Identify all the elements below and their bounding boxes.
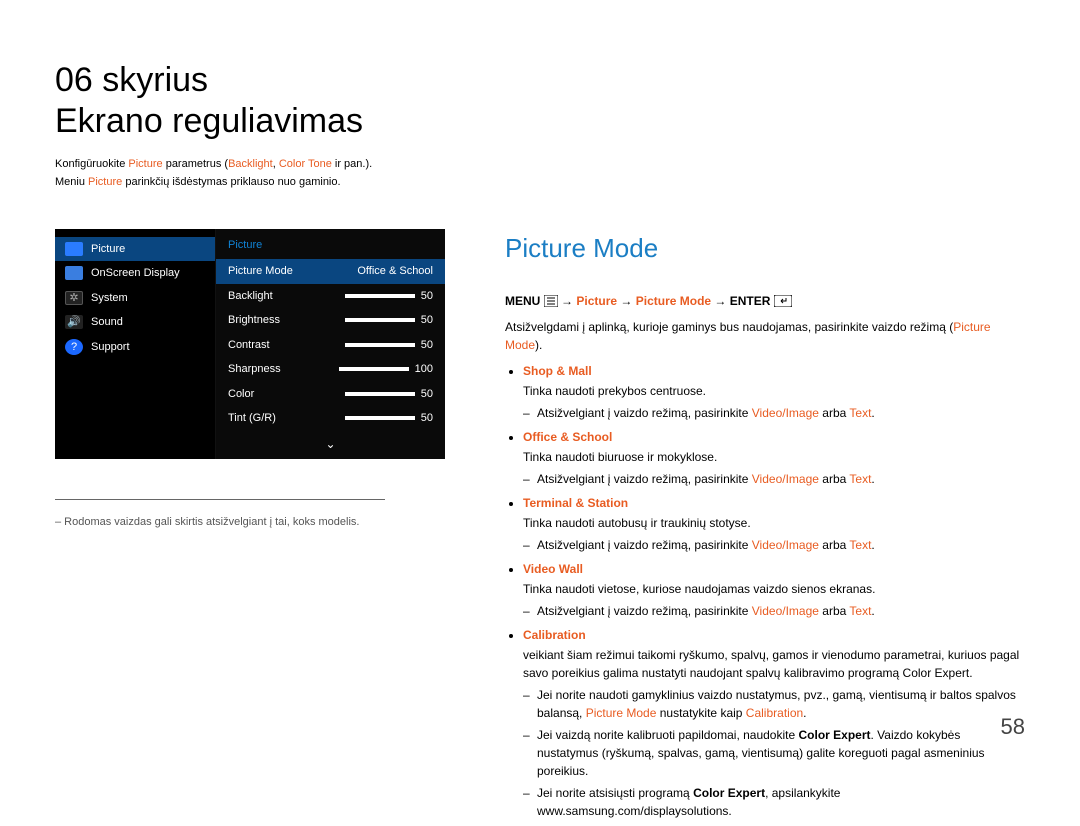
osd-nav-item-support[interactable]: ? Support [55, 335, 215, 360]
chapter-heading: 06 skyrius Ekrano reguliavimas [55, 60, 1025, 142]
osd-row-value: 100 [415, 361, 433, 378]
question-icon: ? [65, 339, 83, 355]
osd-row-value: Office & School [357, 263, 433, 280]
osd-row-sharpness[interactable]: Sharpness 100 [216, 357, 445, 382]
intro-line-1: Konfigūruokite Picture parametrus (Backl… [55, 156, 1025, 173]
menu-icon [544, 295, 558, 307]
osd-nav-item-sound[interactable]: 🔊 Sound [55, 310, 215, 335]
mode-terminal-station: Terminal & Station Tinka naudoti autobus… [523, 494, 1025, 554]
mode-office-school: Office & School Tinka naudoti biuruose i… [523, 428, 1025, 488]
chapter-number: 06 skyrius [55, 61, 208, 99]
osd-nav-label: Sound [91, 314, 123, 331]
menu-path: MENU → Picture → Picture Mode → ENTER [505, 292, 1025, 310]
osd-nav-label: Support [91, 339, 130, 356]
calib-sub-b: Jei vaizdą norite kalibruoti papildomai,… [523, 726, 1025, 780]
osd-row-value: 50 [421, 337, 433, 354]
osd-row-label: Contrast [228, 337, 270, 354]
osd-row-backlight[interactable]: Backlight 50 [216, 284, 445, 309]
osd-row-label: Backlight [228, 288, 273, 305]
chapter-title-text: Ekrano reguliavimas [55, 102, 363, 140]
osd-nav-item-system[interactable]: ✲ System [55, 286, 215, 311]
intro-line-2: Meniu Picture parinkčių išdėstymas prikl… [55, 174, 1025, 191]
osd-nav-label: System [91, 290, 128, 307]
osd-row-value: 50 [421, 386, 433, 403]
picture-icon [65, 242, 83, 256]
osd-row-picture-mode[interactable]: Picture Mode Office & School [216, 259, 445, 284]
mode-sub: Atsižvelgiant į vaizdo režimą, pasirinki… [523, 602, 1025, 620]
divider [55, 499, 385, 500]
osd-row-label: Picture Mode [228, 263, 293, 280]
onscreen-icon [65, 266, 83, 280]
osd-panel-header: Picture [216, 231, 445, 260]
page-number: 58 [1001, 710, 1025, 743]
osd-row-color[interactable]: Color 50 [216, 382, 445, 407]
osd-row-label: Color [228, 386, 254, 403]
calib-sub-c: Jei norite atsisiųsti programą Color Exp… [523, 784, 1025, 820]
mode-shop-mall: Shop & Mall Tinka naudoti prekybos centr… [523, 362, 1025, 422]
osd-row-brightness[interactable]: Brightness 50 [216, 308, 445, 333]
osd-nav-label: OnScreen Display [91, 265, 180, 282]
osd-row-value: 50 [421, 288, 433, 305]
footnote: – Rodomas vaizdas gali skirtis atsižvelg… [55, 514, 445, 531]
enter-icon [774, 295, 792, 307]
osd-nav: Picture OnScreen Display ✲ System 🔊 Soun… [55, 229, 215, 459]
osd-row-label: Brightness [228, 312, 280, 329]
section-title: Picture Mode [505, 229, 1025, 268]
osd-nav-item-onscreen[interactable]: OnScreen Display [55, 261, 215, 286]
osd-row-label: Tint (G/R) [228, 410, 276, 427]
osd-row-value: 50 [421, 410, 433, 427]
mode-calibration: Calibration veikiant šiam režimui taikom… [523, 626, 1025, 820]
osd-row-label: Sharpness [228, 361, 281, 378]
body-intro: Atsižvelgdami į aplinką, kurioje gaminys… [505, 318, 1025, 354]
osd-nav-label: Picture [91, 241, 125, 258]
osd-row-value: 50 [421, 312, 433, 329]
osd-preview: Picture OnScreen Display ✲ System 🔊 Soun… [55, 229, 445, 459]
speaker-icon: 🔊 [65, 315, 83, 329]
osd-row-tint[interactable]: Tint (G/R) 50 [216, 406, 445, 431]
chevron-down-icon[interactable]: ⌄ [216, 431, 445, 459]
osd-nav-item-picture[interactable]: Picture [55, 237, 215, 262]
mode-sub: Atsižvelgiant į vaizdo režimą, pasirinki… [523, 536, 1025, 554]
osd-panel: Picture Picture Mode Office & School Bac… [215, 229, 445, 459]
mode-video-wall: Video Wall Tinka naudoti vietose, kurios… [523, 560, 1025, 620]
gear-icon: ✲ [65, 291, 83, 305]
osd-row-contrast[interactable]: Contrast 50 [216, 333, 445, 358]
mode-list: Shop & Mall Tinka naudoti prekybos centr… [505, 362, 1025, 820]
mode-sub: Atsižvelgiant į vaizdo režimą, pasirinki… [523, 404, 1025, 422]
mode-sub: Atsižvelgiant į vaizdo režimą, pasirinki… [523, 470, 1025, 488]
calib-sub-a: Jei norite naudoti gamyklinius vaizdo nu… [523, 686, 1025, 722]
